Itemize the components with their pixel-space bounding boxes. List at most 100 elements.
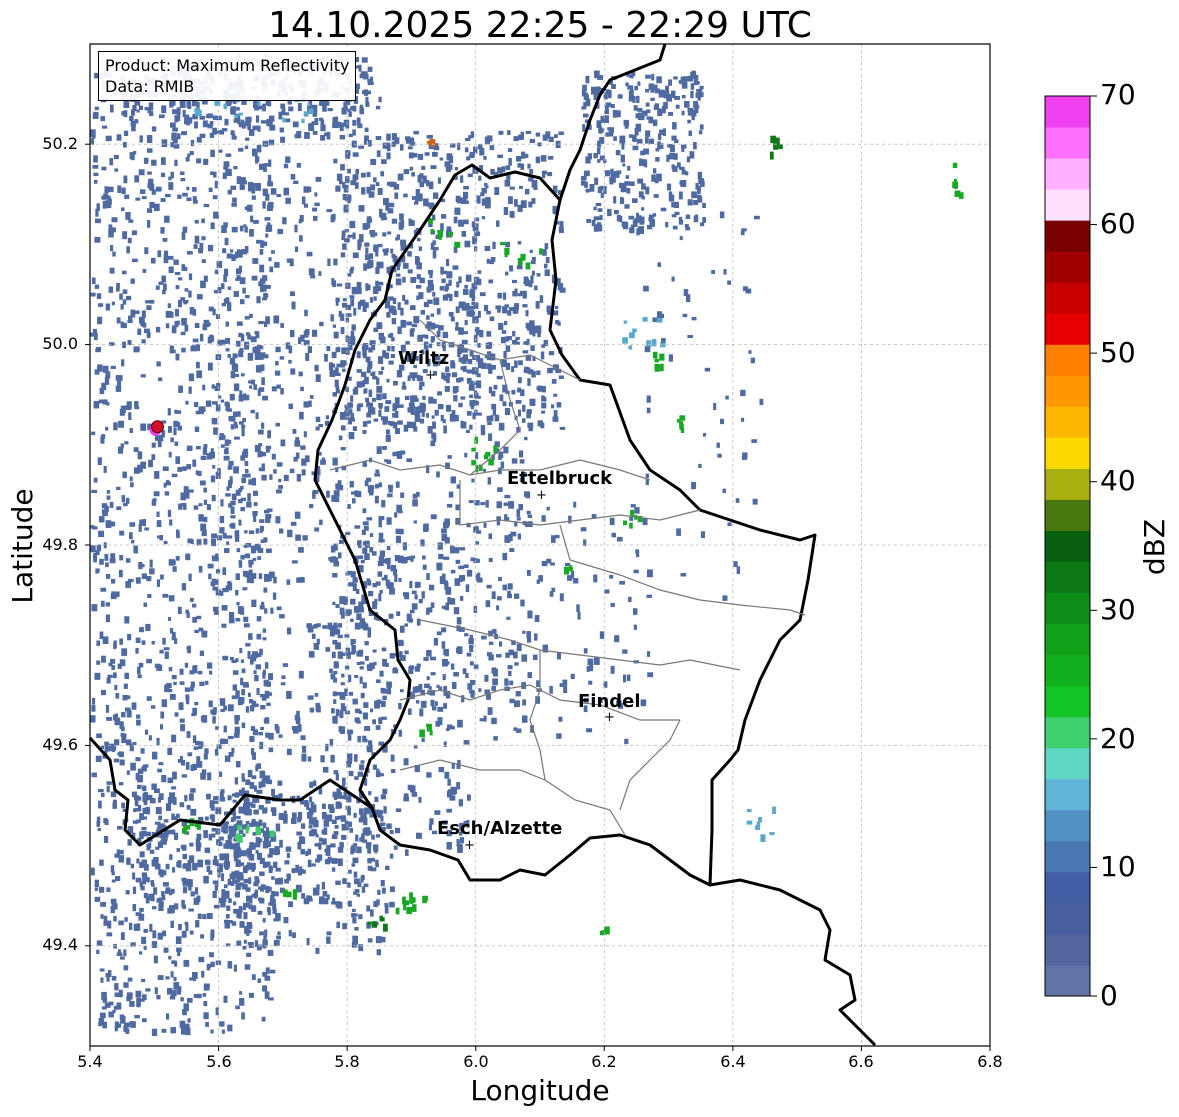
radar-echo — [587, 153, 593, 160]
radar-echo — [301, 893, 306, 899]
radar-echo — [515, 691, 521, 697]
radar-echo — [107, 198, 112, 205]
radar-echo — [541, 410, 546, 414]
radar-echo — [440, 266, 444, 275]
radar-echo — [100, 436, 105, 444]
radar-echo — [509, 680, 514, 686]
radar-echo — [507, 148, 513, 153]
radar-echo — [497, 154, 503, 159]
radar-echo — [645, 130, 651, 137]
radar-echo — [213, 211, 219, 219]
radar-echo — [485, 600, 491, 608]
radar-echo — [252, 258, 259, 264]
radar-echo — [437, 404, 444, 410]
radar-echo — [366, 905, 371, 912]
radar-echo — [171, 675, 177, 680]
radar-echo — [507, 130, 511, 135]
radar-echo — [154, 821, 161, 825]
radar-echo — [328, 362, 334, 371]
radar-echo — [227, 735, 234, 740]
radar-echo — [156, 898, 160, 903]
radar-echo — [157, 440, 162, 448]
radar-echo — [653, 194, 659, 198]
radar-echo — [111, 975, 117, 981]
radar-echo — [268, 673, 273, 681]
radar-echo — [120, 405, 126, 414]
radar-echo — [151, 1028, 158, 1037]
radar-echo — [496, 520, 501, 526]
radar-echo — [109, 267, 115, 274]
radar-echo — [249, 736, 255, 743]
radar-echo — [450, 362, 456, 369]
radar-echo — [183, 959, 190, 967]
radar-echo — [428, 181, 434, 190]
radar-echo — [137, 464, 143, 472]
radar-echo — [645, 186, 650, 195]
radar-echo — [646, 109, 651, 114]
radar-echo — [250, 573, 257, 579]
radar-echo — [203, 487, 207, 493]
radar-echo — [180, 297, 186, 301]
radar-echo — [432, 151, 438, 157]
radar-echo — [770, 135, 776, 144]
radar-echo — [156, 511, 160, 518]
radar-echo — [110, 865, 115, 873]
radar-echo — [444, 518, 451, 527]
radar-echo — [287, 529, 293, 538]
radar-echo — [300, 848, 305, 855]
radar-echo — [190, 139, 195, 147]
radar-echo — [681, 94, 686, 99]
radar-echo — [94, 672, 101, 680]
radar-echo — [755, 824, 761, 830]
radar-echo — [262, 628, 267, 633]
radar-echo — [123, 965, 129, 971]
radar-echo — [395, 528, 401, 535]
radar-echo — [345, 572, 351, 576]
radar-echo — [492, 678, 498, 686]
radar-echo — [241, 1012, 245, 1020]
radar-echo — [276, 489, 282, 494]
radar-echo — [126, 770, 130, 775]
radar-echo — [585, 98, 591, 107]
radar-echo — [269, 474, 273, 480]
radar-echo — [616, 536, 623, 542]
radar-echo — [263, 718, 269, 724]
radar-echo — [298, 371, 303, 377]
radar-echo — [634, 507, 640, 514]
radar-echo — [190, 891, 195, 897]
radar-echo — [395, 808, 402, 813]
radar-echo — [503, 207, 509, 215]
colorbar-swatch — [1045, 933, 1090, 966]
radar-echo — [94, 896, 101, 902]
radar-echo — [472, 316, 478, 324]
radar-echo — [276, 194, 281, 198]
radar-echo — [170, 920, 174, 928]
radar-echo — [697, 171, 703, 179]
radar-echo — [251, 905, 257, 912]
radar-echo — [551, 535, 556, 543]
radar-echo — [657, 108, 663, 117]
radar-echo — [390, 354, 396, 359]
radar-echo — [158, 762, 164, 766]
radar-echo — [357, 735, 362, 743]
radar-echo — [238, 332, 243, 338]
radar-echo — [267, 854, 273, 858]
radar-echo — [195, 446, 201, 450]
radar-echo — [280, 439, 286, 447]
radar-echo — [502, 584, 507, 591]
radar-echo — [298, 547, 304, 553]
radar-echo — [316, 623, 321, 628]
radar-echo — [542, 249, 547, 256]
radar-echo — [769, 832, 775, 836]
radar-echo — [256, 789, 263, 794]
radar-echo — [411, 421, 417, 429]
radar-echo — [374, 796, 379, 802]
radar-echo — [239, 872, 243, 878]
radar-echo — [599, 215, 603, 221]
radar-echo — [241, 668, 246, 674]
radar-echo — [460, 421, 467, 429]
colorbar-swatch — [1045, 158, 1090, 190]
radar-echo — [410, 407, 415, 415]
radar-echo — [536, 273, 541, 277]
radar-echo — [536, 680, 540, 687]
